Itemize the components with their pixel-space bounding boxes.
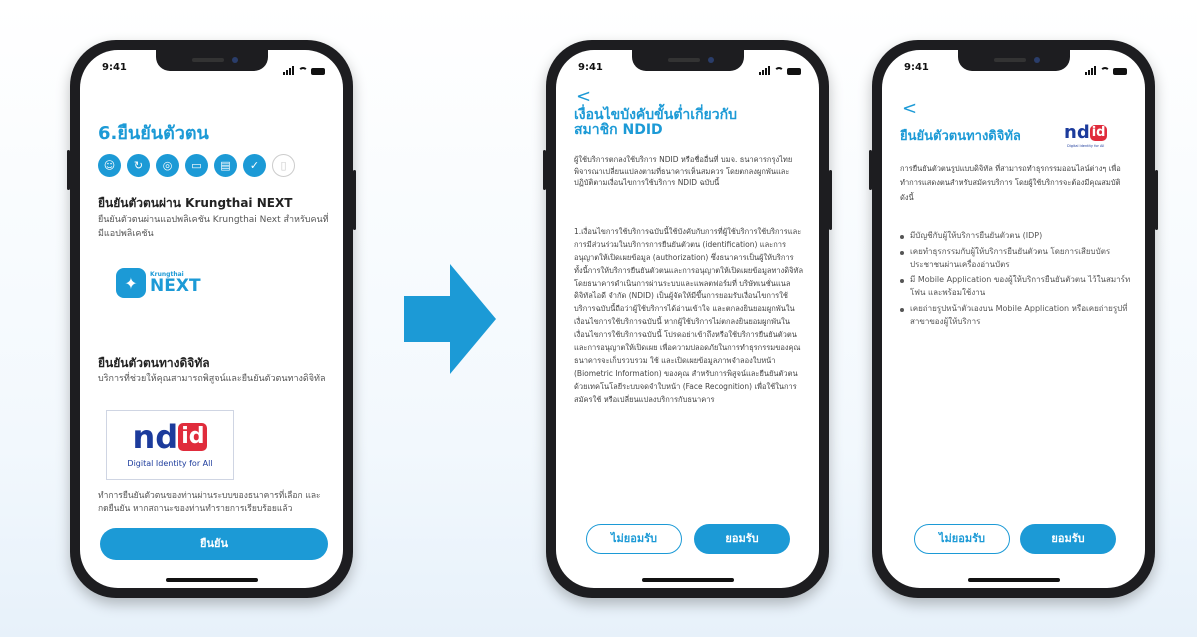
page-title: 6.ยืนยันตัวตน [98, 123, 209, 144]
status-bar: 9:41 [556, 62, 819, 78]
back-chevron-icon[interactable]: < [576, 88, 591, 106]
phone-screen-1: 9:41 6.ยืนยันตัวตน ☺ ↻ ◎ ▭ ▤ ✓ ▯ ยืนยันต… [80, 50, 343, 588]
confirm-button[interactable]: ยืนยัน [100, 528, 328, 560]
ndid-logo[interactable]: nd id Digital Identity for All [106, 410, 234, 480]
user-icon: ☺ [98, 154, 121, 177]
terms-intro: ผู้ใช้บริการตกลงใช้บริการ NDID หรือชื่ออ… [574, 155, 793, 188]
document-icon: ▤ [214, 154, 237, 177]
signal-icon [1085, 64, 1097, 75]
page-title: ยืนยันตัวตนทางดิจิทัล [900, 129, 1021, 144]
phone-frame-2: 9:41 < เงื่อนไขบังคับขั้นต่ำเกี่ยวกับสมา… [543, 40, 832, 598]
ndid-tagline: Digital Identity for All [1067, 144, 1105, 148]
fingerprint-icon: ◎ [156, 154, 179, 177]
digital-id-description: บริการที่ช่วยให้คุณสามารถพิสูจน์และยืนยั… [98, 374, 326, 384]
requirements-list: มีบัญชีกับผู้ให้บริการยืนยันตัวตน (IDP) เ… [900, 230, 1132, 332]
ndid-logo-nd: nd [132, 418, 179, 456]
accept-button[interactable]: ยอมรับ [694, 524, 790, 554]
document-outline-icon: ▯ [272, 154, 295, 177]
requirement-item: มี Mobile Application ของผู้ให้บริการยืน… [900, 274, 1132, 300]
status-bar: 9:41 [882, 62, 1145, 78]
phone-frame-3: 9:41 < ยืนยันตัวตนทางดิจิทัล nd id Digit… [869, 40, 1158, 598]
document-check-icon: ✓ [243, 154, 266, 177]
battery-icon [311, 68, 325, 75]
refresh-icon: ↻ [127, 154, 150, 177]
ndid-logo-nd: nd [1064, 122, 1090, 143]
battery-icon [1113, 68, 1127, 75]
power-button [353, 170, 356, 230]
ndid-logo-id: id [178, 423, 208, 451]
arrow-right-icon [404, 264, 496, 374]
status-time: 9:41 [102, 62, 127, 73]
ndid-tagline: Digital Identity for All [127, 459, 213, 468]
requirement-item: เคยทำธุรกรรมกับผู้ให้บริการยืนยันตัวตน โ… [900, 246, 1132, 272]
phone-screen-3: 9:41 < ยืนยันตัวตนทางดิจิทัล nd id Digit… [882, 50, 1145, 588]
card-icon: ▭ [185, 154, 208, 177]
accept-button[interactable]: ยอมรับ [1020, 524, 1116, 554]
page-title: เงื่อนไขบังคับขั้นต่ำเกี่ยวกับสมาชิก NDI… [574, 107, 737, 139]
wifi-icon [1100, 67, 1110, 75]
terms-body: 1.เงื่อนไขการใช้บริการฉบับนี้ใช้บังคับกั… [574, 227, 804, 404]
home-indicator [165, 578, 258, 582]
ndid-logo-inline: nd id Digital Identity for All [1064, 122, 1108, 148]
phone-screen-2: 9:41 < เงื่อนไขบังคับขั้นต่ำเกี่ยวกับสมา… [556, 50, 819, 588]
battery-icon [787, 68, 801, 75]
decline-button[interactable]: ไม่ยอมรับ [586, 524, 682, 554]
signal-icon [759, 64, 771, 75]
wifi-icon [298, 67, 308, 75]
step-icons: ☺ ↻ ◎ ▭ ▤ ✓ ▯ [98, 154, 295, 177]
krungthai-next-description: ยืนยันตัวตนผ่านแอปพลิเคชัน Krungthai Nex… [98, 215, 329, 239]
home-indicator [967, 578, 1060, 582]
status-time: 9:41 [578, 62, 603, 73]
status-bar: 9:41 [80, 62, 343, 78]
phone-frame-1: 9:41 6.ยืนยันตัวตน ☺ ↻ ◎ ▭ ▤ ✓ ▯ ยืนยันต… [67, 40, 356, 598]
krungthai-next-heading: ยืนยันตัวตนผ่าน Krungthai NEXT [98, 196, 293, 210]
volume-button [869, 150, 872, 190]
status-time: 9:41 [904, 62, 929, 73]
krungthai-bird-icon: ✦ [116, 268, 146, 298]
home-indicator [641, 578, 734, 582]
signal-icon [283, 64, 295, 75]
decline-button[interactable]: ไม่ยอมรับ [914, 524, 1010, 554]
back-chevron-icon[interactable]: < [902, 100, 917, 118]
volume-button [543, 150, 546, 190]
digital-id-heading: ยืนยันตัวตนทางดิจิทัล [98, 356, 210, 370]
krungthai-logo-big: NEXT [150, 276, 201, 296]
requirement-item: มีบัญชีกับผู้ให้บริการยืนยันตัวตน (IDP) [900, 230, 1132, 243]
footer-instruction: ทำการยืนยันตัวตนของท่านผ่านระบบของธนาคาร… [98, 491, 321, 515]
requirement-item: เคยถ่ายรูปหน้าตัวเองบน Mobile Applicatio… [900, 303, 1132, 329]
ndid-logo-id: id [1089, 125, 1108, 141]
krungthai-next-logo[interactable]: ✦ Krungthai NEXT [116, 268, 201, 298]
digital-id-intro: การยืนยันตัวตนรูปแบบดิจิทัล ที่สามารถทำธ… [900, 164, 1121, 202]
power-button [1155, 170, 1158, 230]
wifi-icon [774, 67, 784, 75]
power-button [829, 170, 832, 230]
volume-button [67, 150, 70, 190]
